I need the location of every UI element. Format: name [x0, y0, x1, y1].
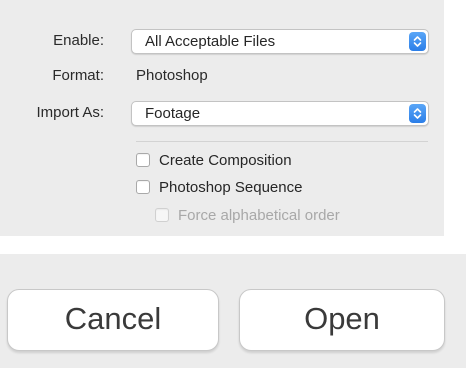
photoshop-sequence-checkbox[interactable]: Photoshop Sequence	[136, 178, 302, 196]
checkbox-box[interactable]	[136, 153, 150, 167]
enable-popup-value: All Acceptable Files	[145, 33, 276, 50]
enable-popup[interactable]: All Acceptable Files	[131, 29, 429, 54]
import-as-popup-value: Footage	[145, 105, 201, 122]
dialog-buttons-bar: Cancel Open	[0, 254, 466, 368]
force-alphabetical-order-checkbox: Force alphabetical order	[155, 206, 340, 224]
section-divider	[136, 141, 428, 142]
chevron-up-down-icon	[409, 32, 426, 51]
create-composition-checkbox[interactable]: Create Composition	[136, 151, 292, 169]
photoshop-sequence-label: Photoshop Sequence	[159, 178, 303, 196]
force-alphabetical-order-label: Force alphabetical order	[178, 206, 340, 224]
cancel-button[interactable]: Cancel	[7, 289, 219, 351]
open-button[interactable]: Open	[239, 289, 445, 351]
format-label: Format:	[52, 67, 104, 84]
checkbox-box	[155, 208, 169, 222]
import-as-label: Import As:	[36, 104, 104, 121]
enable-label: Enable:	[53, 32, 104, 49]
import-options-panel: Enable: All Acceptable Files Format: Pho…	[0, 0, 444, 236]
create-composition-label: Create Composition	[159, 151, 292, 169]
chevron-up-down-icon	[409, 104, 426, 123]
format-value: Photoshop	[136, 67, 208, 84]
import-as-popup[interactable]: Footage	[131, 101, 429, 126]
checkbox-box[interactable]	[136, 180, 150, 194]
